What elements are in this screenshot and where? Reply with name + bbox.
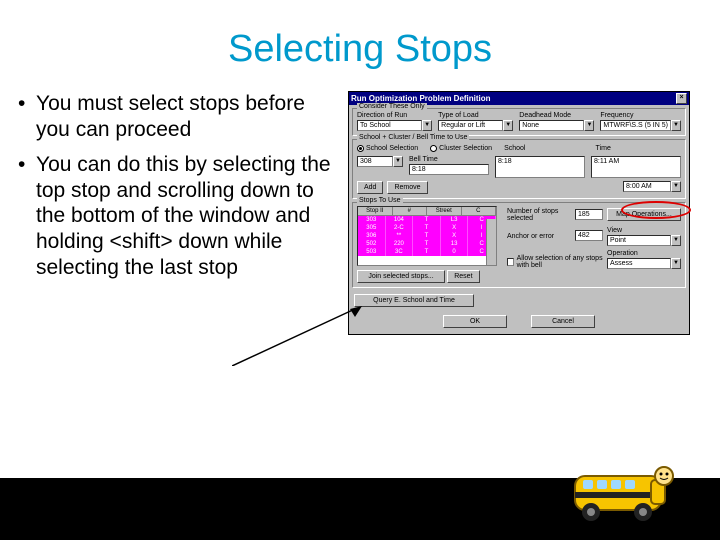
school-code-combo[interactable]: 308 ▼	[357, 156, 403, 167]
chevron-down-icon[interactable]: ▼	[503, 120, 513, 131]
section3-title: Stops To Use	[357, 197, 403, 204]
view-label: View	[607, 227, 681, 234]
school-selection-radio[interactable]: School Selection	[357, 143, 418, 153]
map-operations-button[interactable]: Map Operations...	[607, 208, 681, 221]
frequency-combo[interactable]: MTWRF\S.S (5 IN 5) ▼	[600, 120, 681, 131]
table-row[interactable]: 303104TL3C	[358, 216, 496, 224]
school-label: School	[504, 145, 589, 152]
chevron-down-icon[interactable]: ▼	[671, 235, 681, 246]
table-row[interactable]: 502220T13C	[358, 240, 496, 248]
allow-selection-checkbox[interactable]: Allow selection of any stops with bell	[507, 255, 603, 269]
table-row[interactable]: 5033CT0C	[358, 248, 496, 256]
reset-button[interactable]: Reset	[447, 270, 479, 283]
chevron-down-icon[interactable]: ▼	[584, 120, 594, 131]
deadhead-combo[interactable]: None ▼	[519, 120, 594, 131]
optimization-dialog: Run Optimization Problem Definition × Co…	[348, 91, 690, 335]
chevron-down-icon[interactable]: ▼	[671, 181, 681, 192]
scrollbar[interactable]	[486, 219, 496, 265]
time-list[interactable]: 8:11 AM	[591, 156, 681, 178]
chevron-down-icon[interactable]: ▼	[422, 120, 432, 131]
bus-icon	[561, 458, 676, 528]
bullet-2: You can do this by selecting the top sto…	[18, 152, 338, 280]
table-row[interactable]: 3052-CTXI	[358, 224, 496, 232]
belltime-label: Bell Time	[409, 156, 489, 163]
cluster-selection-radio[interactable]: Cluster Selection	[430, 143, 492, 153]
remove-button[interactable]: Remove	[387, 181, 427, 194]
col-num: #	[393, 207, 428, 215]
bullet-list: You must select stops before you can pro…	[18, 91, 338, 335]
deadhead-label: Deadhead Mode	[519, 112, 594, 119]
dialog-title: Run Optimization Problem Definition	[351, 94, 491, 103]
add-button[interactable]: Add	[357, 181, 383, 194]
cancel-button[interactable]: Cancel	[531, 315, 595, 328]
anchor-label: Anchor or error	[507, 233, 571, 240]
table-row[interactable]: 306**TXI	[358, 232, 496, 240]
chevron-down-icon[interactable]: ▼	[671, 120, 681, 131]
time-label: Time	[596, 145, 681, 152]
join-stops-button[interactable]: Join selected stops...	[357, 270, 445, 283]
ok-button[interactable]: OK	[443, 315, 507, 328]
typeload-combo[interactable]: Regular or Lift ▼	[438, 120, 513, 131]
typeload-label: Type of Load	[438, 112, 513, 119]
direction-combo[interactable]: To School ▼	[357, 120, 432, 131]
col-street: Street	[427, 207, 462, 215]
col-stopid: Stop II	[358, 207, 393, 215]
operation-combo[interactable]: Assess ▼	[607, 258, 681, 269]
anchor-value: 482	[575, 230, 603, 241]
query-button[interactable]: Query E. School and Time	[354, 294, 474, 307]
school-list[interactable]: 8:18	[495, 156, 585, 178]
view-combo[interactable]: Point ▼	[607, 235, 681, 246]
direction-label: Direction of Run	[357, 112, 432, 119]
numstops-label: Number of stops selected	[507, 208, 571, 222]
time-combo[interactable]: 8:00 AM ▼	[623, 181, 681, 194]
col-c: C	[462, 207, 497, 215]
close-icon[interactable]: ×	[676, 93, 687, 104]
stops-table[interactable]: Stop II # Street C 303104TL3C3052-CTXI30…	[357, 206, 497, 266]
section2-title: School + Cluster / Bell Time to Use	[357, 134, 469, 141]
slide-title: Selecting Stops	[0, 0, 720, 71]
section1-title: Consider These Only	[357, 103, 427, 110]
operation-label: Operation	[607, 250, 681, 257]
belltime-field[interactable]: 8:18	[409, 164, 489, 175]
numstops-value: 185	[575, 209, 603, 220]
bullet-1: You must select stops before you can pro…	[18, 91, 338, 142]
frequency-label: Frequency	[600, 112, 681, 119]
chevron-down-icon[interactable]: ▼	[393, 156, 403, 167]
chevron-down-icon[interactable]: ▼	[671, 258, 681, 269]
